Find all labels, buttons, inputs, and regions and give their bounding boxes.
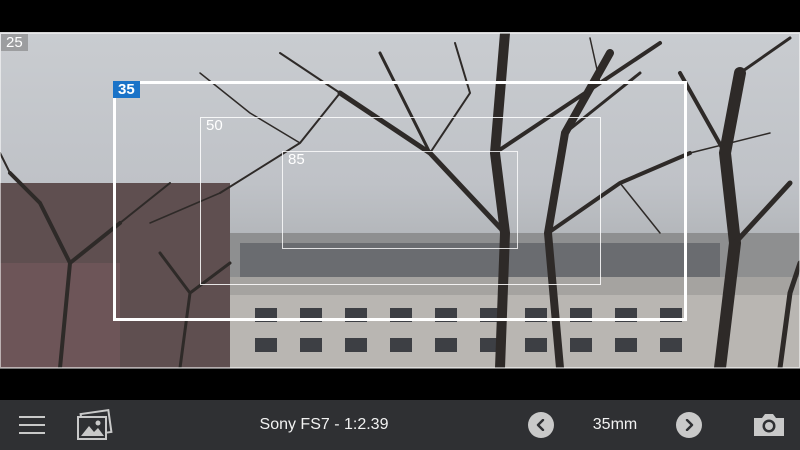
focal-length-value: 35mm — [592, 416, 638, 433]
frame-label-25: 25 — [1, 34, 28, 51]
frame-label-85: 85 — [288, 151, 305, 168]
chevron-right-icon — [685, 419, 694, 431]
frame-label-35: 35 — [113, 81, 140, 98]
menu-button[interactable] — [12, 400, 52, 450]
gallery-icon — [77, 409, 113, 440]
camera-icon — [754, 414, 784, 436]
next-focal-length-button[interactable] — [673, 400, 705, 450]
frame-line-85[interactable]: 85 — [282, 151, 518, 249]
hamburger-menu-icon — [19, 416, 45, 434]
previous-focal-length-button[interactable] — [525, 400, 557, 450]
chevron-left-icon — [536, 419, 545, 431]
camera-viewfinder[interactable]: 25 35 50 85 — [0, 32, 800, 369]
frame-label-50: 50 — [206, 117, 223, 134]
capture-button[interactable] — [746, 400, 792, 450]
gallery-button[interactable] — [72, 400, 116, 450]
bottom-toolbar: Sony FS7 - 1:2.39 35mm — [0, 400, 800, 450]
camera-format-label[interactable]: Sony FS7 - 1:2.39 — [224, 400, 424, 450]
